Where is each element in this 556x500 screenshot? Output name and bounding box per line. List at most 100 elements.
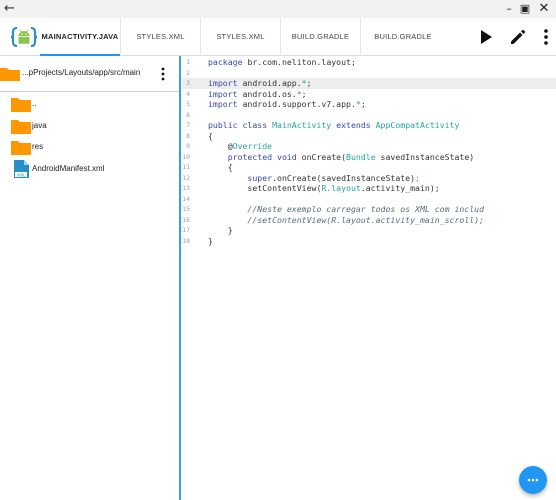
code-line[interactable]: 15 //Neste exemplo carregar todos os XML… [182,204,556,215]
code-token: MainActivity [267,120,337,130]
close-icon[interactable]: ✕ [537,2,551,16]
svg-text:XML: XML [17,172,26,177]
code-token: { [208,130,213,141]
code-token: setContentView( [208,183,322,193]
tab-build-gradle-2[interactable]: BUILD.GRADLE [360,18,445,56]
code-token: public class [208,120,268,130]
code-line[interactable]: 11 { [182,162,556,173]
code-editor[interactable]: 1 package br.com.neliton.layout; 2 3 import … [182,56,556,500]
more-horiz-icon [527,478,539,482]
folder-icon [11,141,31,155]
code-line[interactable]: 16 //setContentView(R.layout.activity_ma… [182,215,556,226]
code-line[interactable]: 18} [182,236,556,247]
code-line[interactable]: 3 import android.app.*; [182,78,556,89]
code-token: import [208,99,238,109]
code-line[interactable]: 14 [182,194,556,205]
code-text: import android.support.v7.app.*; [208,99,366,110]
tab-build-gradle[interactable]: BUILD.GRADLE [280,18,360,56]
code-text: //setContentView(R.layout.activity_main_… [208,215,484,226]
run-icon[interactable] [476,27,496,47]
code-token: onCreate( [296,151,347,162]
code-token: //setContentView(R.layout.activity_main_… [208,214,485,225]
code-line[interactable]: 9 @Override [182,141,556,152]
code-text: import android.os.*; [208,89,307,100]
file-item-label: java [32,121,47,130]
line-number: 4 [186,89,190,98]
code-text: super.onCreate(savedInstanceState); [208,173,420,184]
code-line[interactable]: 5 import android.support.v7.app.*; [182,99,556,110]
maximize-icon[interactable]: ▣ [518,2,532,16]
code-token: Override [232,141,273,151]
file-item-label: res [32,142,44,151]
code-token: } [208,225,233,235]
current-path: ...pProjects/Layouts/app/src/main [22,68,141,77]
code-token: protected [208,151,273,162]
code-text: } [208,225,233,236]
line-number: 7 [186,121,190,129]
code-token: ; [306,78,312,88]
line-number: 2 [186,68,190,77]
file-item-android-manifest[interactable]: XML AndroidManifest.xml [0,159,179,179]
code-token: Bundle [346,151,376,162]
title-bar: ← – ▣ ✕ [0,0,556,18]
code-line[interactable]: 1 package br.com.neliton.layout; [182,57,556,68]
line-number: 14 [182,194,190,203]
minimize-icon[interactable]: – [502,2,516,16]
code-token: package [208,57,243,67]
code-line[interactable]: 12 super.onCreate(savedInstanceState); [182,173,556,184]
code-line[interactable]: 4 import android.os.*; [182,89,556,100]
back-arrow-icon[interactable]: ← [4,1,15,17]
code-line[interactable]: 13 setContentView(R.layout.activity_main… [182,183,556,194]
code-token: super [208,172,273,183]
code-token: //Neste exemplo carregar todos os XML co… [208,204,485,214]
folder-icon [11,98,31,112]
code-line[interactable]: 7 public class MainActivity extends AppCo… [182,120,556,131]
code-line[interactable]: 2 [182,68,556,79]
line-number: 3 [186,79,190,87]
code-line[interactable]: 6 [182,110,556,121]
code-token: .onCreate(savedInstanceState) [272,172,416,183]
folder-icon [11,120,31,134]
more-vert-icon[interactable] [536,27,556,47]
code-line[interactable]: 17 } [182,225,556,236]
file-item-parent[interactable]: .. [0,94,179,114]
code-text: public class MainActivity extends AppCom… [208,120,459,131]
code-token: ; [415,172,420,183]
line-number: 6 [186,110,190,119]
code-token: savedInstanceState) [375,151,475,162]
code-text: protected void onCreate(Bundle savedInst… [208,151,475,163]
code-token: .activity_main); [360,183,440,193]
code-token: } [208,235,213,246]
file-item-res[interactable]: res [0,137,179,157]
code-token: extends [336,120,371,130]
more-actions-fab[interactable] [519,466,547,494]
line-number: 5 [186,100,190,108]
tab-styles-xml[interactable]: STYLES.XML [120,18,200,56]
file-item-java[interactable]: java [0,116,179,136]
line-number: 15 [182,205,190,213]
tab-mainactivity-java[interactable]: MAINACTIVITY.JAVA [40,18,120,56]
file-item-label: AndroidManifest.xml [32,164,105,173]
path-bar: ...pProjects/Layouts/app/src/main [0,56,179,92]
path-options-icon[interactable] [157,65,169,83]
line-number: 10 [182,152,190,161]
code-token: AppCompatActivity [370,120,460,130]
code-text: package br.com.neliton.layout; [208,57,356,68]
line-number: 12 [182,173,190,182]
line-number: 9 [186,142,190,150]
edit-icon[interactable] [508,27,528,47]
code-text: import android.app.*; [208,78,312,89]
code-text: setContentView(R.layout.activity_main); [208,183,440,194]
tab-styles-xml-2[interactable]: STYLES.XML [200,18,280,56]
code-token: { [208,162,233,172]
code-text: @Override [208,141,272,152]
xml-file-icon: XML [14,160,29,178]
line-number: 8 [186,131,190,140]
code-line[interactable]: 10 protected void onCreate(Bundle savedI… [182,152,556,163]
line-number: 17 [182,226,190,234]
line-number: 16 [182,215,190,224]
line-number: 1 [186,58,190,66]
code-text: } [208,236,213,247]
code-token: android.os. [237,88,297,99]
code-line[interactable]: 8{ [182,131,556,142]
